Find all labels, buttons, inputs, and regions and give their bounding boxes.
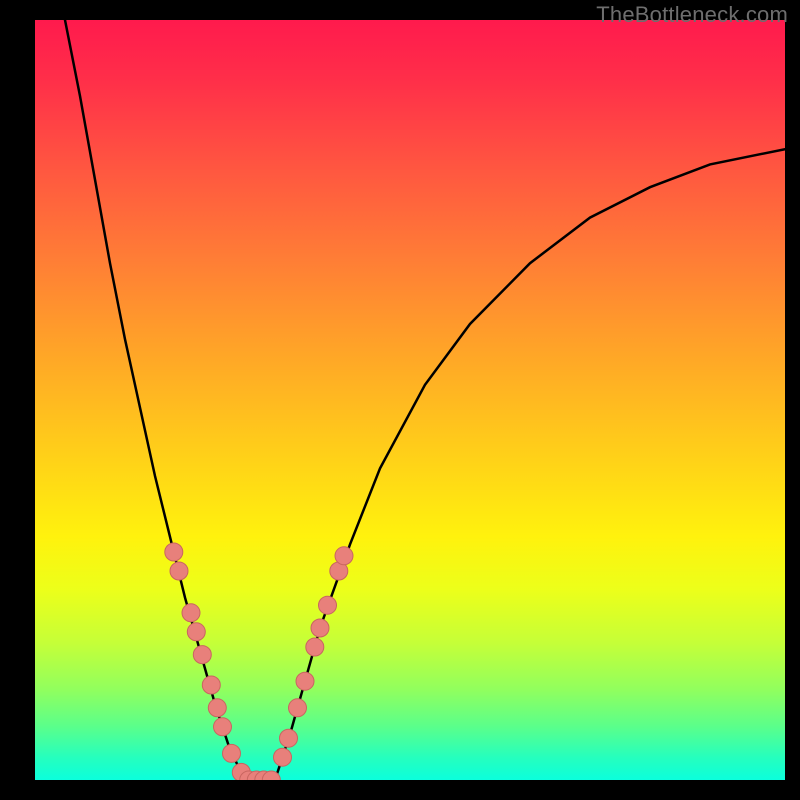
data-point: [223, 744, 241, 762]
data-point: [296, 672, 314, 690]
data-point: [182, 604, 200, 622]
curve-path: [65, 20, 785, 780]
data-point: [202, 676, 220, 694]
data-point: [208, 699, 226, 717]
chart-plot-area: [35, 20, 785, 780]
chart-svg: [35, 20, 785, 780]
data-point: [165, 543, 183, 561]
chart-frame: TheBottleneck.com: [0, 0, 800, 800]
data-point: [187, 623, 205, 641]
data-point: [311, 619, 329, 637]
data-points-group: [165, 543, 353, 780]
data-point: [214, 718, 232, 736]
data-point: [170, 562, 188, 580]
data-point: [274, 748, 292, 766]
data-point: [280, 729, 298, 747]
data-point: [319, 596, 337, 614]
data-point: [193, 646, 211, 664]
watermark-text: TheBottleneck.com: [596, 2, 788, 28]
data-point: [306, 638, 324, 656]
data-point: [335, 547, 353, 565]
data-point: [289, 699, 307, 717]
